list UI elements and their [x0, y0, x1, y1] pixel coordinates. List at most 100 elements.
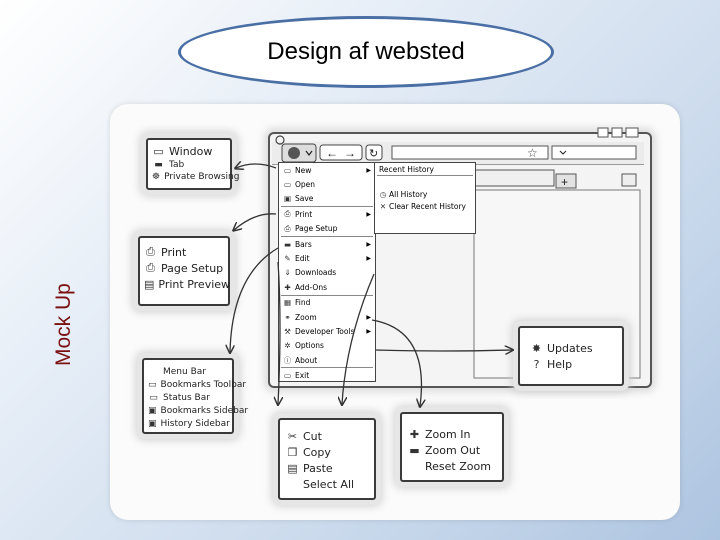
- submenu-arrow-icon: ▶: [366, 166, 371, 174]
- page-setup-icon: ⎙: [284, 223, 291, 233]
- main-menu-row[interactable]: ✲ Options: [279, 339, 375, 353]
- submenu-arrow-icon: ▶: [366, 255, 371, 263]
- menu-label-downloads: Downloads: [295, 268, 337, 278]
- main-dropdown-menu: ▭ New ▶ ▭ Open ▣ Save ⎙ Print ▶ ⎙ Page Setup ▬ B…: [278, 162, 376, 382]
- main-menu-row[interactable]: ⚭ Zoom ▶: [279, 310, 375, 324]
- history-submenu: Recent History ◷ All History ✕ Clear Recen…: [374, 162, 476, 234]
- help-icon: ?: [533, 357, 540, 371]
- main-menu-row[interactable]: ▭ New ▶: [279, 163, 375, 177]
- main-menu-row[interactable]: ▬ Bars ▶: [279, 237, 375, 251]
- menu-label-open: Open: [295, 180, 316, 190]
- submenu-row[interactable]: ▬ Zoom Out: [408, 442, 496, 458]
- main-menu-row[interactable]: ⚒ Developer Tools ▶: [279, 324, 375, 338]
- side-label: Mock Up: [52, 283, 75, 366]
- submenu-row[interactable]: ⎙ Print: [144, 244, 224, 260]
- menu-label-recent-history: Recent History: [379, 164, 434, 174]
- menu-label-edit: Edit: [295, 254, 310, 264]
- menu-label-find: Find: [295, 298, 311, 308]
- status-bar-icon: ▭: [149, 392, 158, 403]
- main-menu-row[interactable]: ⓘ About: [279, 353, 375, 367]
- submenu-arrow-icon: ▶: [366, 313, 371, 321]
- submenu-row[interactable]: ▭ Window: [152, 143, 226, 159]
- menu-label-zoom: Zoom: [295, 312, 317, 322]
- submenu-row[interactable]: ✂ Cut: [286, 428, 368, 444]
- menu-label-select-all: Select All: [303, 477, 355, 491]
- bookmarks-toolbar-icon: ▭: [148, 379, 157, 390]
- menu-label-page-setup: Page Setup: [161, 261, 224, 275]
- bars-icon: ▬: [283, 239, 292, 249]
- menu-label-exit: Exit: [295, 371, 310, 381]
- updates-icon: ✸: [531, 341, 542, 355]
- main-menu-row[interactable]: ▭ Exit: [279, 368, 375, 382]
- recent-history-header: Recent History: [375, 163, 475, 175]
- main-menu-row[interactable]: ▣ Save: [279, 192, 375, 206]
- menu-label-bookmarks-toolbar: Bookmarks Toolbar: [160, 379, 247, 390]
- menu-label-print: Print: [161, 245, 187, 259]
- edit-icon: ✎: [284, 254, 291, 264]
- submenu-arrow-icon: ▶: [366, 327, 371, 335]
- submenu-row[interactable]: ▤ Print Preview: [144, 276, 230, 292]
- submenu-row[interactable]: Reset Zoom: [408, 458, 496, 474]
- downloads-icon: ⇓: [284, 268, 291, 278]
- submenu-row[interactable]: ▤ Paste: [286, 460, 368, 476]
- main-menu-row[interactable]: ✚ Add-Ons: [279, 280, 375, 294]
- main-menu-row[interactable]: ✎ Edit ▶: [279, 251, 375, 265]
- menu-label-reset-zoom: Reset Zoom: [425, 459, 491, 473]
- main-menu-row[interactable]: ⇓ Downloads: [279, 266, 375, 280]
- submenu-row[interactable]: ▣ History Sidebar: [148, 417, 230, 430]
- menu-label-copy: Copy: [303, 445, 331, 459]
- submenu-arrow-icon: ▶: [366, 210, 371, 218]
- submenu-row[interactable]: ? Help: [530, 356, 612, 372]
- menu-label-private-browsing: Private Browsing: [164, 172, 240, 182]
- clear-icon: ✕: [379, 201, 387, 211]
- submenu-row[interactable]: ✚ Zoom In: [408, 426, 496, 442]
- developer-tools-icon: ⚒: [284, 326, 291, 336]
- menu-label-page-setup: Page Setup: [295, 224, 338, 234]
- private-browsing-icon: ☸: [152, 172, 161, 182]
- tab-icon: ▬: [154, 160, 163, 170]
- history-menu-row[interactable]: ✕ Clear Recent History: [375, 200, 475, 212]
- menu-label-about: About: [295, 355, 318, 365]
- window-submenu: ▭ Window ▬ Tab ☸ Private Browsing: [146, 138, 239, 190]
- scissors-icon: ✂: [287, 429, 298, 443]
- help-submenu: ✸ Updates ? Help: [518, 326, 624, 386]
- main-menu-row[interactable]: ⎙ Print ▶: [279, 207, 375, 221]
- menu-label-zoom-in: Zoom In: [425, 427, 471, 441]
- print-preview-icon: ▤: [144, 277, 155, 291]
- edit-submenu: ✂ Cut ❐ Copy ▤ Paste Select All: [278, 418, 376, 500]
- menu-label-bookmarks-sidebar: Bookmarks Sidebar: [160, 405, 249, 416]
- submenu-row[interactable]: ▭ Status Bar: [148, 391, 228, 404]
- menu-label-new: New: [295, 165, 312, 175]
- submenu-row[interactable]: Select All: [286, 476, 368, 492]
- menu-label-status-bar: Status Bar: [163, 392, 210, 403]
- submenu-arrow-icon: ▶: [366, 240, 371, 248]
- main-menu-row[interactable]: ⎙ Page Setup: [279, 222, 375, 236]
- submenu-row[interactable]: ☸ Private Browsing: [152, 171, 239, 183]
- menu-label-developer-tools: Developer Tools: [295, 326, 355, 336]
- new-icon: ▭: [283, 165, 292, 175]
- menu-label-cut: Cut: [303, 429, 322, 443]
- submenu-row[interactable]: ▬ Tab: [152, 159, 226, 171]
- history-menu-row[interactable]: ◷ All History: [375, 188, 475, 200]
- menu-label-add-ons: Add-Ons: [295, 282, 327, 292]
- submenu-row[interactable]: ❐ Copy: [286, 444, 368, 460]
- bookmarks-sidebar-icon: ▣: [148, 405, 157, 416]
- find-icon: ▦: [283, 298, 292, 308]
- zoom-icon: ⚭: [284, 312, 291, 322]
- submenu-row[interactable]: ▭ Bookmarks Toolbar: [148, 378, 246, 391]
- submenu-row[interactable]: ✸ Updates: [530, 340, 612, 356]
- slide-title: Design af websted: [267, 38, 465, 65]
- zoom-submenu: ✚ Zoom In ▬ Zoom Out Reset Zoom: [400, 412, 504, 482]
- submenu-row[interactable]: Menu Bar: [148, 365, 228, 378]
- open-icon: ▭: [283, 180, 292, 190]
- menu-label-window: Window: [169, 144, 213, 158]
- main-menu-row[interactable]: ▭ Open: [279, 177, 375, 191]
- menu-label-updates: Updates: [547, 341, 593, 355]
- paste-icon: ▤: [287, 461, 298, 475]
- main-menu-row[interactable]: ▦ Find: [279, 296, 375, 310]
- submenu-row[interactable]: ⎙ Page Setup: [144, 260, 224, 276]
- menu-label-history-sidebar: History Sidebar: [160, 418, 230, 429]
- menu-label-menu-bar: Menu Bar: [163, 366, 206, 377]
- submenu-row[interactable]: ▣ Bookmarks Sidebar: [148, 404, 248, 417]
- menu-label-paste: Paste: [303, 461, 333, 475]
